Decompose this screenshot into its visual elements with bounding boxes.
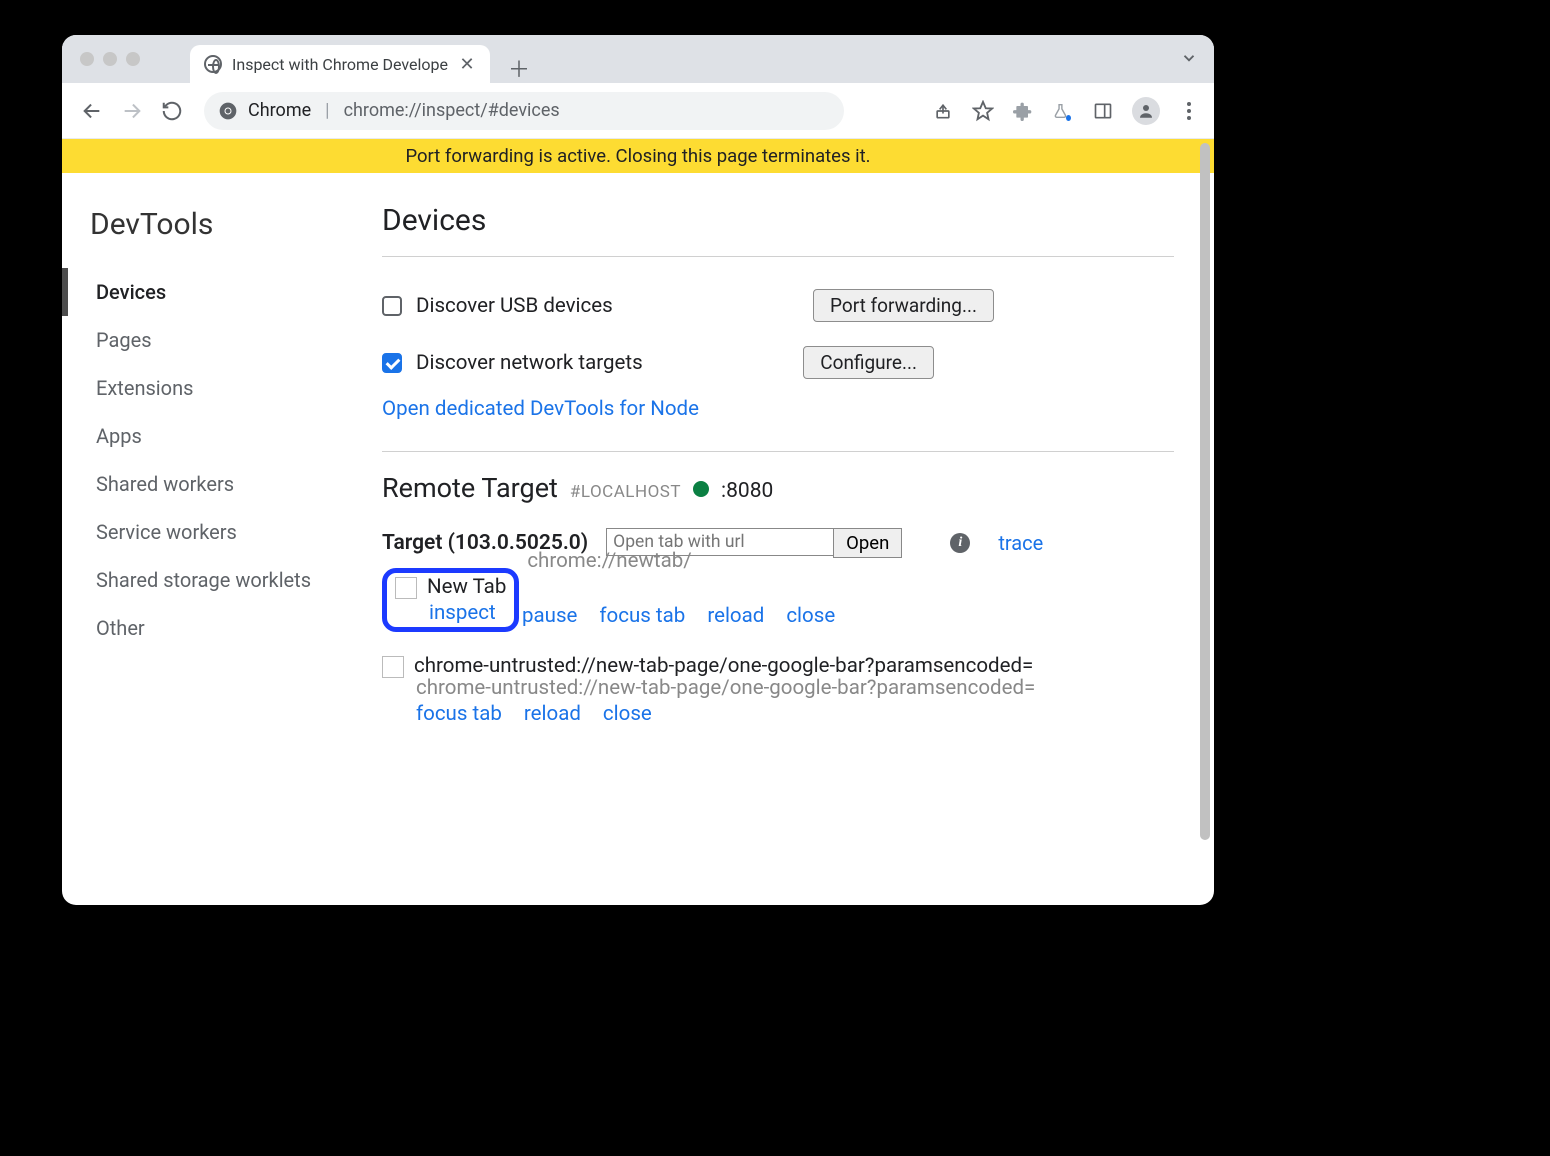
- close-link[interactable]: close: [786, 604, 835, 628]
- remote-target-heading: Remote Target #LOCALHOST :8080: [382, 472, 1174, 504]
- profile-avatar-icon[interactable]: [1132, 97, 1160, 125]
- menu-icon[interactable]: [1178, 100, 1200, 122]
- discover-usb-label: Discover USB devices: [416, 294, 613, 318]
- tab-thumbnail-icon: [382, 656, 404, 678]
- toolbar-actions: [932, 97, 1200, 125]
- tab-title: Inspect with Chrome Develope: [232, 55, 448, 74]
- share-icon[interactable]: [932, 100, 954, 122]
- sidebar-title: DevTools: [90, 207, 382, 242]
- sidebar-item-apps[interactable]: Apps: [62, 412, 382, 460]
- reload-link[interactable]: reload: [524, 702, 581, 726]
- target-header-row: Target (103.0.5025.0) Open i trace: [382, 528, 1174, 558]
- reload-link[interactable]: reload: [707, 604, 764, 628]
- browser-tab[interactable]: Inspect with Chrome Develope ✕: [190, 45, 490, 83]
- sidebar-item-service-workers[interactable]: Service workers: [62, 508, 382, 556]
- globe-icon: [204, 55, 222, 73]
- side-panel-icon[interactable]: [1092, 100, 1114, 122]
- close-window-icon[interactable]: [80, 52, 94, 66]
- page-heading: Devices: [382, 203, 1174, 238]
- focus-tab-link[interactable]: focus tab: [599, 604, 685, 628]
- remote-port: :8080: [721, 479, 773, 503]
- url-text: chrome://inspect/#devices: [344, 100, 560, 121]
- remote-host-label: #LOCALHOST: [570, 482, 681, 502]
- port-forwarding-button[interactable]: Port forwarding...: [813, 289, 994, 322]
- close-tab-icon[interactable]: ✕: [458, 55, 476, 73]
- open-tab-button[interactable]: Open: [833, 528, 902, 558]
- content-area: Port forwarding is active. Closing this …: [62, 139, 1214, 905]
- scrollbar-thumb[interactable]: [1200, 143, 1210, 840]
- scrollbar[interactable]: [1198, 143, 1212, 901]
- labs-icon[interactable]: [1052, 100, 1074, 122]
- bookmark-star-icon[interactable]: [972, 100, 994, 122]
- chrome-logo-icon: [218, 101, 238, 121]
- tab-thumbnail-icon: [395, 577, 417, 599]
- entry-url: chrome://newtab/: [527, 549, 691, 573]
- discover-network-label: Discover network targets: [416, 351, 643, 375]
- forward-button[interactable]: [116, 95, 148, 127]
- configure-button[interactable]: Configure...: [803, 346, 934, 379]
- maximize-window-icon[interactable]: [126, 52, 140, 66]
- tabs-dropdown-icon[interactable]: [1180, 49, 1198, 67]
- url-scheme-label: Chrome: [248, 100, 311, 121]
- main-panel: Devices Discover USB devices Port forwar…: [382, 173, 1214, 905]
- entry-title: chrome-untrusted://new-tab-page/one-goog…: [414, 654, 1033, 678]
- discover-usb-row: Discover USB devices Port forwarding...: [382, 277, 1174, 334]
- sidebar-item-shared-workers[interactable]: Shared workers: [62, 460, 382, 508]
- node-devtools-link[interactable]: Open dedicated DevTools for Node: [382, 397, 699, 421]
- divider: [382, 451, 1174, 452]
- minimize-window-icon[interactable]: [103, 52, 117, 66]
- port-forwarding-banner: Port forwarding is active. Closing this …: [62, 139, 1214, 173]
- focus-tab-link[interactable]: focus tab: [416, 702, 502, 726]
- new-tab-button[interactable]: ＋: [504, 53, 534, 83]
- toolbar: Chrome | chrome://inspect/#devices: [62, 83, 1214, 139]
- discover-network-row: Discover network targets Configure...: [382, 334, 1174, 391]
- info-icon[interactable]: i: [950, 533, 970, 553]
- inspect-highlight: New Tab inspect: [382, 568, 519, 632]
- remote-target-entry: chrome-untrusted://new-tab-page/one-goog…: [382, 654, 1174, 726]
- url-separator: |: [321, 100, 333, 121]
- reload-button[interactable]: [156, 95, 188, 127]
- status-dot-icon: [693, 481, 709, 497]
- entry-url: chrome-untrusted://new-tab-page/one-goog…: [416, 676, 1174, 700]
- divider: [382, 256, 1174, 257]
- back-button[interactable]: [76, 95, 108, 127]
- browser-window: Inspect with Chrome Develope ✕ ＋ Chrome …: [62, 35, 1214, 905]
- sidebar: DevTools Devices Pages Extensions Apps S…: [62, 173, 382, 905]
- sidebar-item-pages[interactable]: Pages: [62, 316, 382, 364]
- extensions-icon[interactable]: [1012, 100, 1034, 122]
- titlebar: Inspect with Chrome Develope ✕ ＋: [62, 35, 1214, 83]
- discover-network-checkbox[interactable]: [382, 353, 402, 373]
- address-bar[interactable]: Chrome | chrome://inspect/#devices: [204, 92, 844, 130]
- sidebar-item-devices[interactable]: Devices: [62, 268, 382, 316]
- close-link[interactable]: close: [603, 702, 652, 726]
- remote-target-title: Remote Target: [382, 472, 558, 504]
- sidebar-item-extensions[interactable]: Extensions: [62, 364, 382, 412]
- trace-link[interactable]: trace: [998, 531, 1043, 555]
- remote-target-entry: New Tab inspect chrome://newtab/ pause f…: [382, 568, 1174, 658]
- discover-usb-checkbox[interactable]: [382, 296, 402, 316]
- sidebar-item-other[interactable]: Other: [62, 604, 382, 652]
- sidebar-item-shared-storage-worklets[interactable]: Shared storage worklets: [62, 556, 382, 604]
- entry-title: New Tab: [427, 575, 506, 599]
- traffic-lights: [62, 52, 140, 66]
- pause-link[interactable]: pause: [522, 604, 577, 628]
- inspect-link[interactable]: inspect: [429, 601, 496, 625]
- tab-strip: Inspect with Chrome Develope ✕ ＋: [190, 35, 534, 83]
